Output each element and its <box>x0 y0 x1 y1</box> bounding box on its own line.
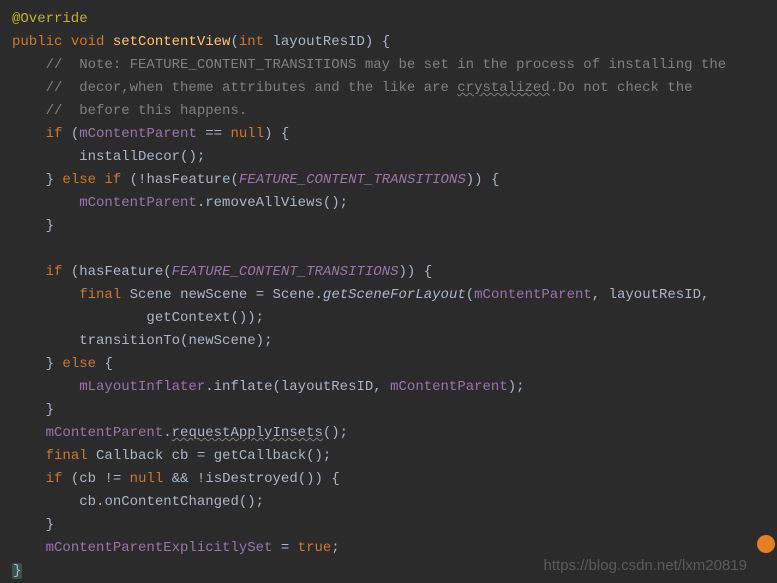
code-line: transitionTo(newScene); <box>12 330 777 353</box>
code-line: // Note: FEATURE_CONTENT_TRANSITIONS may… <box>12 54 777 77</box>
code-line: final Callback cb = getCallback(); <box>12 445 777 468</box>
code-line: if (hasFeature(FEATURE_CONTENT_TRANSITIO… <box>12 261 777 284</box>
code-line: // decor,when theme attributes and the l… <box>12 77 777 100</box>
code-line: // before this happens. <box>12 100 777 123</box>
code-line: cb.onContentChanged(); <box>12 491 777 514</box>
comment: // decor,when theme attributes and the l… <box>46 80 693 96</box>
code-line <box>12 238 777 261</box>
comment: // Note: FEATURE_CONTENT_TRANSITIONS may… <box>46 57 727 73</box>
code-line: @Override <box>12 8 777 31</box>
code-line: } else if (!hasFeature(FEATURE_CONTENT_T… <box>12 169 777 192</box>
code-line: mLayoutInflater.inflate(layoutResID, mCo… <box>12 376 777 399</box>
code-line: public void setContentView(int layoutRes… <box>12 31 777 54</box>
annotation: @Override <box>12 11 88 27</box>
code-line: if (mContentParent == null) { <box>12 123 777 146</box>
code-line: } <box>12 514 777 537</box>
code-editor[interactable]: @Override public void setContentView(int… <box>12 8 777 583</box>
code-line: installDecor(); <box>12 146 777 169</box>
badge-icon <box>757 535 775 553</box>
code-line: } <box>12 215 777 238</box>
code-line: } <box>12 399 777 422</box>
code-line: mContentParent.requestApplyInsets(); <box>12 422 777 445</box>
watermark-text: https://blog.csdn.net/lxm20819 <box>544 554 747 577</box>
code-line: final Scene newScene = Scene.getSceneFor… <box>12 284 777 307</box>
matching-brace: } <box>12 563 22 579</box>
code-line: } else { <box>12 353 777 376</box>
comment: // before this happens. <box>46 103 248 119</box>
code-line: if (cb != null && !isDestroyed()) { <box>12 468 777 491</box>
code-line: getContext()); <box>12 307 777 330</box>
method-name: setContentView <box>113 34 231 50</box>
code-line: mContentParent.removeAllViews(); <box>12 192 777 215</box>
